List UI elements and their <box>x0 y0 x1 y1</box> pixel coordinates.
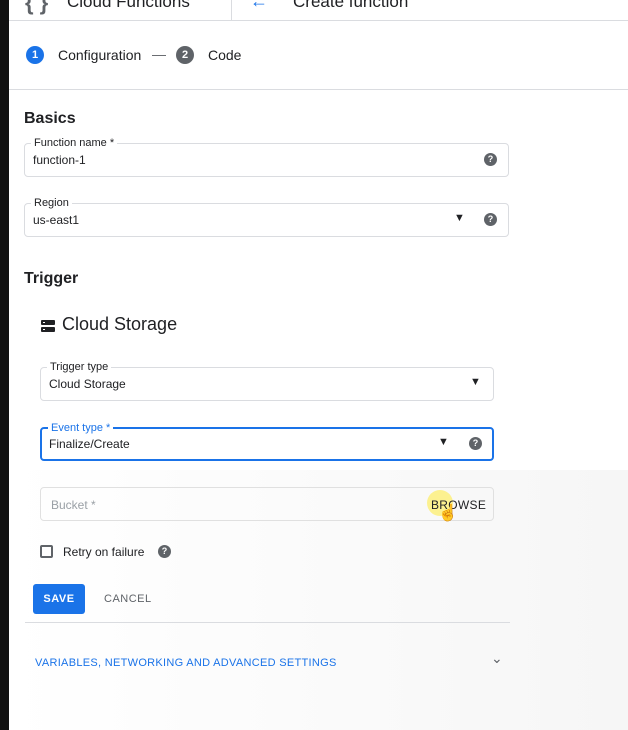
top-bar: { } Cloud Functions ← Create function <box>9 0 628 21</box>
help-circle-icon[interactable]: ? <box>158 545 171 558</box>
region-label: Region <box>31 197 72 210</box>
step-1-label[interactable]: Configuration <box>58 47 141 63</box>
caret-down-icon[interactable]: ▼ <box>438 436 449 448</box>
bucket-field[interactable]: Bucket * BROWSE <box>40 487 494 521</box>
trigger-type-value: Cloud Storage <box>49 377 126 391</box>
region-select[interactable]: Region us-east1 ▼ ? <box>24 197 509 237</box>
trigger-provider-title: Cloud Storage <box>62 314 178 334</box>
function-name-label: Function name * <box>31 137 118 150</box>
event-type-value: Finalize/Create <box>49 437 130 451</box>
product-name[interactable]: Cloud Functions <box>67 0 190 12</box>
help-circle-icon[interactable]: ? <box>469 437 482 450</box>
caret-down-icon[interactable]: ▼ <box>470 376 481 388</box>
cancel-button[interactable]: CANCEL <box>96 584 160 614</box>
step-2-number: 2 <box>176 46 194 64</box>
event-type-label: Event type * <box>48 422 114 435</box>
storage-icon <box>41 320 55 332</box>
caret-down-icon[interactable]: ▼ <box>454 212 465 224</box>
help-circle-icon[interactable]: ? <box>484 153 497 166</box>
event-type-select[interactable]: Event type * Finalize/Create ▼ ? <box>40 422 494 461</box>
trigger-type-label: Trigger type <box>47 361 112 374</box>
hand-pointer-icon: ☝ <box>438 505 458 522</box>
divider <box>25 622 510 623</box>
trigger-type-select[interactable]: Trigger type Cloud Storage ▼ <box>40 361 494 401</box>
retry-checkbox[interactable] <box>40 545 53 558</box>
stepper: 1 Configuration — 2 Code <box>9 21 628 90</box>
help-circle-icon[interactable]: ? <box>484 213 497 226</box>
back-arrow-icon[interactable]: ← <box>250 0 268 12</box>
left-edge-bar <box>0 0 9 730</box>
page-title: Create function <box>293 0 409 11</box>
step-separator: — <box>152 46 166 62</box>
function-name-value[interactable]: function-1 <box>33 153 86 167</box>
header-divider <box>231 0 232 20</box>
trigger-heading: Trigger <box>24 270 79 287</box>
save-button[interactable]: SAVE <box>33 584 85 614</box>
basics-heading: Basics <box>24 110 76 127</box>
region-value: us-east1 <box>33 213 80 227</box>
step-1-number: 1 <box>26 46 44 64</box>
function-name-field[interactable]: Function name * function-1 ? <box>24 137 509 177</box>
cloud-functions-logo-icon: { } <box>25 0 49 15</box>
retry-label[interactable]: Retry on failure <box>63 545 144 559</box>
advanced-settings-toggle[interactable]: VARIABLES, NETWORKING AND ADVANCED SETTI… <box>35 657 337 669</box>
chevron-down-icon[interactable]: ⌄ <box>491 650 503 667</box>
bucket-placeholder[interactable]: Bucket * <box>51 498 96 512</box>
step-2-label[interactable]: Code <box>208 47 241 63</box>
